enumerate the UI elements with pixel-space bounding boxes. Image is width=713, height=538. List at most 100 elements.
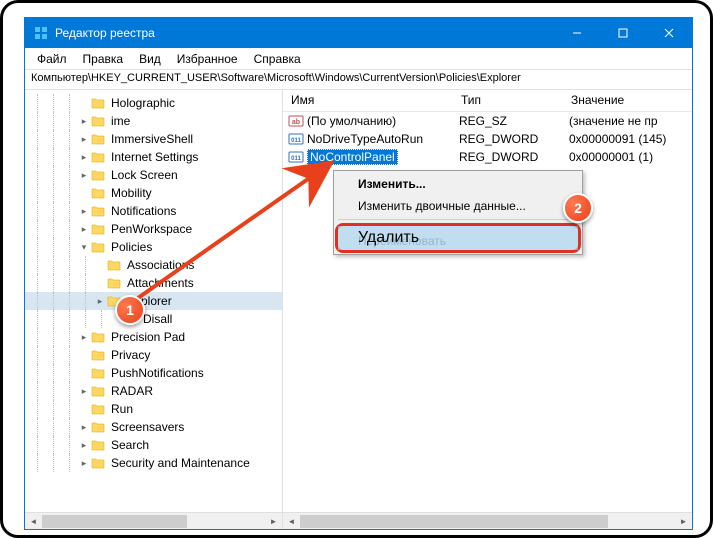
- tree-item[interactable]: ▸RADAR: [25, 382, 282, 400]
- tree-label: ImmersiveShell: [111, 132, 193, 146]
- expand-icon[interactable]: ▸: [77, 420, 91, 434]
- tree-item[interactable]: Associations: [25, 256, 282, 274]
- tree-item[interactable]: Attachments: [25, 274, 282, 292]
- address-bar[interactable]: Компьютер\HKEY_CURRENT_USER\Software\Mic…: [25, 70, 692, 90]
- expand-icon[interactable]: [77, 186, 91, 200]
- expand-icon[interactable]: [77, 96, 91, 110]
- list-pane[interactable]: Имя Тип Значение ab(По умолчанию)REG_SZ(…: [283, 90, 692, 529]
- ctx-separator: [338, 219, 578, 220]
- tree-label: Policies: [111, 240, 152, 254]
- tree-item[interactable]: ▸ ImmersiveShell: [25, 130, 282, 148]
- tree-item[interactable]: Mobility: [25, 184, 282, 202]
- tree-label: Security and Maintenance: [111, 456, 250, 470]
- expand-icon[interactable]: ▸: [77, 132, 91, 146]
- folder-icon: [91, 384, 107, 398]
- folder-icon: [91, 402, 107, 416]
- tree-pane[interactable]: Holographic▸ime▸ImmersiveShell▸Internet …: [25, 90, 283, 529]
- expand-icon[interactable]: [77, 348, 91, 362]
- folder-icon: [91, 438, 107, 452]
- expand-icon[interactable]: ▸: [77, 150, 91, 164]
- folder-icon: [107, 258, 123, 272]
- expand-icon[interactable]: ▸: [77, 456, 91, 470]
- ctx-modify[interactable]: Изменить...: [336, 173, 580, 195]
- folder-icon: [91, 420, 107, 434]
- tree-label: Internet Settings: [111, 150, 198, 164]
- col-name[interactable]: Имя: [283, 90, 453, 111]
- folder-icon: [91, 240, 107, 254]
- tree-item[interactable]: Holographic: [25, 94, 282, 112]
- folder-icon: [107, 276, 123, 290]
- tree-item[interactable]: ▸ Lock Screen: [25, 166, 282, 184]
- expand-icon[interactable]: ▸: [77, 168, 91, 182]
- tree-scrollbar[interactable]: ◄ ►: [25, 512, 282, 529]
- menu-favorites[interactable]: Избранное: [169, 50, 246, 68]
- folder-icon: [91, 330, 107, 344]
- value-name: NoDriveTypeAutoRun: [307, 132, 451, 146]
- folder-icon: [91, 132, 107, 146]
- expand-icon[interactable]: [93, 258, 107, 272]
- tree-item[interactable]: ▸ Internet Settings: [25, 148, 282, 166]
- value-type-icon: 011: [287, 149, 305, 165]
- expand-icon[interactable]: ▸: [77, 114, 91, 128]
- expand-icon[interactable]: [77, 366, 91, 380]
- context-menu: Изменить... Изменить двоичные данные... …: [333, 170, 583, 255]
- folder-icon: [91, 222, 107, 236]
- tree-item[interactable]: Run: [25, 400, 282, 418]
- tree-label: PushNotifications: [111, 366, 204, 380]
- value-row[interactable]: ab(По умолчанию)REG_SZ(значение не пр: [283, 112, 692, 130]
- tree-label: Search: [111, 438, 149, 452]
- folder-icon: [91, 366, 107, 380]
- expand-icon[interactable]: ▾: [77, 240, 91, 254]
- svg-text:011: 011: [291, 138, 301, 144]
- tree-item[interactable]: ▸ Notifications: [25, 202, 282, 220]
- expand-icon[interactable]: ▸: [77, 222, 91, 236]
- svg-text:ab: ab: [292, 119, 300, 126]
- menu-edit[interactable]: Правка: [75, 50, 132, 68]
- expand-icon[interactable]: ▸: [77, 438, 91, 452]
- tree-item[interactable]: Privacy: [25, 346, 282, 364]
- tree-item[interactable]: ▾ Policies: [25, 238, 282, 256]
- titlebar[interactable]: Редактор реестра: [25, 18, 692, 48]
- expand-icon[interactable]: ▸: [77, 384, 91, 398]
- tree-item[interactable]: PushNotifications: [25, 364, 282, 382]
- value-row[interactable]: 011NoControlPanelREG_DWORD0x00000001 (1): [283, 148, 692, 166]
- value-data: (значение не пр: [561, 114, 692, 128]
- tree-label: Associations: [127, 258, 194, 272]
- menu-help[interactable]: Справка: [246, 50, 309, 68]
- expand-icon[interactable]: [93, 276, 107, 290]
- marker-2: 2: [563, 193, 593, 223]
- value-type-icon: 011: [287, 131, 305, 147]
- expand-icon[interactable]: ▸: [77, 204, 91, 218]
- maximize-button[interactable]: [600, 18, 646, 48]
- col-type[interactable]: Тип: [453, 90, 563, 111]
- tree-item[interactable]: ▸ime: [25, 112, 282, 130]
- value-row[interactable]: 011NoDriveTypeAutoRunREG_DWORD0x00000091…: [283, 130, 692, 148]
- ctx-rename[interactable]: Переименовать: [336, 230, 580, 252]
- value-type: REG_DWORD: [451, 150, 561, 164]
- list-header[interactable]: Имя Тип Значение: [283, 90, 692, 112]
- tree-label: Notifications: [111, 204, 176, 218]
- folder-icon: [91, 96, 107, 110]
- list-scrollbar[interactable]: ◄ ►: [283, 512, 692, 529]
- tree-item[interactable]: Disall: [25, 310, 282, 328]
- close-button[interactable]: [646, 18, 692, 48]
- folder-icon: [91, 348, 107, 362]
- menu-view[interactable]: Вид: [131, 50, 169, 68]
- menu-file[interactable]: Файл: [29, 50, 75, 68]
- col-value[interactable]: Значение: [563, 90, 692, 111]
- expand-icon[interactable]: ▸: [77, 330, 91, 344]
- tree-item[interactable]: ▸ Search: [25, 436, 282, 454]
- tree-item[interactable]: ▸ Security and Maintenance: [25, 454, 282, 472]
- tree-item[interactable]: ▸Explorer: [25, 292, 282, 310]
- tree-label: Lock Screen: [111, 168, 178, 182]
- ctx-modify-binary[interactable]: Изменить двоичные данные...: [336, 195, 580, 217]
- tree-item[interactable]: ▸Precision Pad: [25, 328, 282, 346]
- value-data: 0x00000001 (1): [561, 150, 692, 164]
- expand-icon[interactable]: [77, 402, 91, 416]
- minimize-button[interactable]: [554, 18, 600, 48]
- tree-item[interactable]: ▸PenWorkspace: [25, 220, 282, 238]
- tree-item[interactable]: ▸Screensavers: [25, 418, 282, 436]
- expand-icon[interactable]: ▸: [93, 294, 107, 308]
- value-data: 0x00000091 (145): [561, 132, 692, 146]
- marker-1: 1: [115, 295, 145, 325]
